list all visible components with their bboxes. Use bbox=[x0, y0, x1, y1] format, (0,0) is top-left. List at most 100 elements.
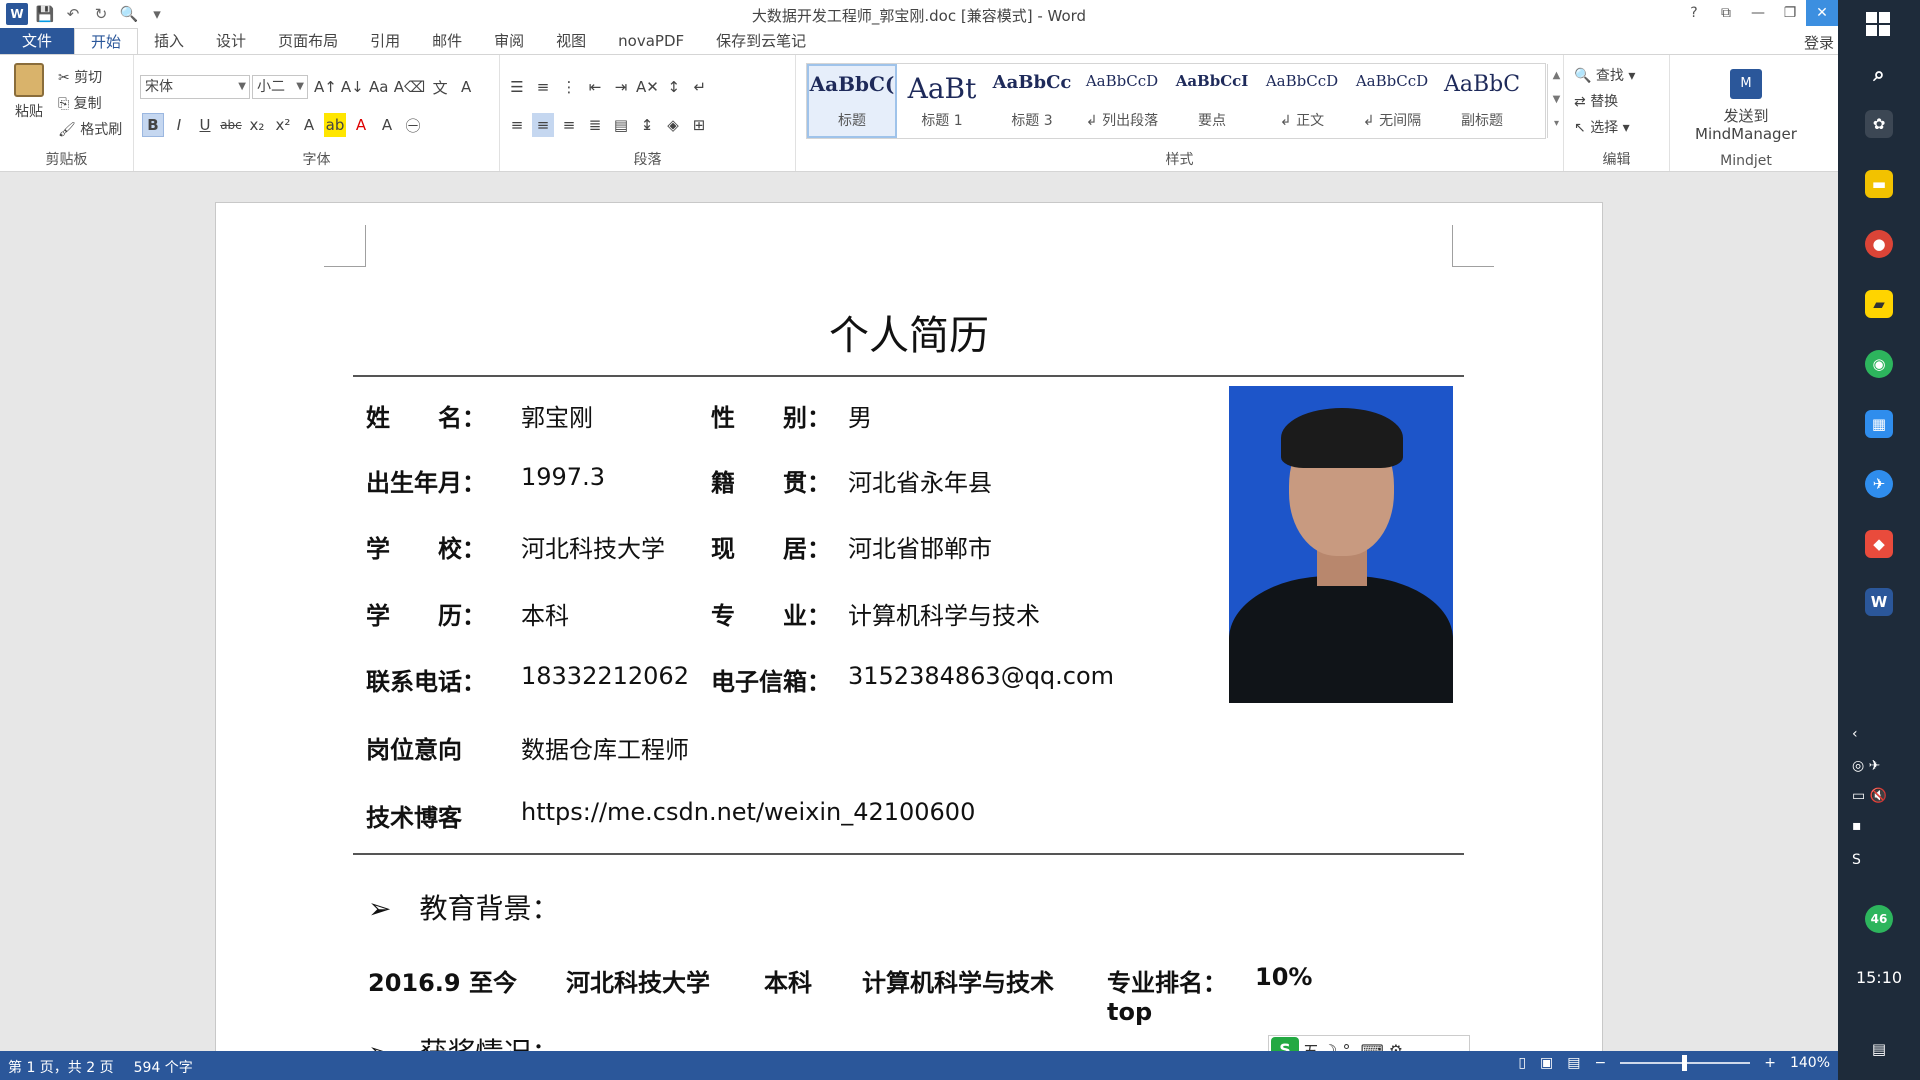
tab-file[interactable]: 文件 bbox=[0, 28, 75, 54]
borders-icon[interactable]: ⊞ bbox=[688, 113, 710, 137]
cut-button[interactable]: ✂ 剪切 bbox=[58, 67, 102, 87]
bold-button[interactable]: B bbox=[142, 113, 164, 137]
decrease-indent-icon[interactable]: ⇤ bbox=[584, 75, 606, 99]
multilevel-list-icon[interactable]: ⋮ bbox=[558, 75, 580, 99]
style-list-paragraph[interactable]: AaBbCcD ↲ 列出段落 bbox=[1077, 64, 1167, 138]
find-button[interactable]: 🔍 查找 ▾ bbox=[1574, 65, 1635, 85]
tab-layout[interactable]: 页面布局 bbox=[262, 28, 354, 54]
subscript-button[interactable]: x₂ bbox=[246, 113, 268, 137]
enclose-char-icon[interactable]: ㊀ bbox=[402, 113, 424, 137]
shading-icon[interactable]: ◈ bbox=[662, 113, 684, 137]
line-spacing-icon[interactable]: ↨ bbox=[636, 113, 658, 137]
send-to-mindmanager-button[interactable]: 发送到 MindManager bbox=[1670, 107, 1822, 143]
tab-mailings[interactable]: 邮件 bbox=[416, 28, 478, 54]
zoom-level[interactable]: 140% bbox=[1790, 1055, 1830, 1071]
tab-view[interactable]: 视图 bbox=[540, 28, 602, 54]
zoom-out-button[interactable]: − bbox=[1595, 1055, 1607, 1071]
font-size-combo[interactable]: 小二 ▼ bbox=[252, 75, 308, 99]
network-tray-icon[interactable]: ▪ bbox=[1852, 818, 1862, 834]
print-layout-icon[interactable]: ▣ bbox=[1540, 1055, 1553, 1071]
change-case-icon[interactable]: Aa bbox=[368, 75, 390, 99]
style-title[interactable]: AaBbC(标题 bbox=[807, 64, 897, 138]
style-key-point[interactable]: AaBbCcI 要点 bbox=[1167, 64, 1257, 138]
login-link[interactable]: 登录 bbox=[1804, 32, 1834, 53]
char-border-icon[interactable]: A bbox=[455, 75, 477, 99]
style-heading1[interactable]: AaBt 标题 1 bbox=[897, 64, 987, 138]
chinese-layout-icon[interactable]: A✕ bbox=[636, 75, 659, 99]
wechat-tray-icon[interactable]: ◎ ✈ bbox=[1852, 758, 1880, 774]
strikethrough-button[interactable]: abc bbox=[220, 113, 242, 137]
sort-icon[interactable]: ↕ bbox=[663, 75, 685, 99]
badge-46[interactable]: 46 bbox=[1865, 905, 1893, 933]
zoom-thumb[interactable] bbox=[1682, 1055, 1688, 1071]
close-button[interactable]: ✕ bbox=[1806, 0, 1838, 26]
windows-start-icon[interactable] bbox=[1866, 12, 1890, 36]
feather-app-icon[interactable]: ✈ bbox=[1865, 470, 1893, 498]
clear-format-icon[interactable]: A⌫ bbox=[394, 75, 425, 99]
text-effects-icon[interactable]: A bbox=[298, 113, 320, 137]
distributed-icon[interactable]: ▤ bbox=[610, 113, 632, 137]
help-icon[interactable]: ? bbox=[1678, 0, 1710, 26]
select-button[interactable]: ↖ 选择 ▾ bbox=[1574, 117, 1630, 137]
justify-icon[interactable]: ≣ bbox=[584, 113, 606, 137]
calendar-app-icon[interactable]: ▦ bbox=[1865, 410, 1893, 438]
battery-volume-icon[interactable]: ▭ 🔇 bbox=[1852, 788, 1887, 804]
sogou-tray-icon[interactable]: S bbox=[1852, 852, 1861, 868]
green-app-icon[interactable]: ◉ bbox=[1865, 350, 1893, 378]
sticky-notes-icon[interactable]: ▰ bbox=[1865, 290, 1893, 318]
tab-design[interactable]: 设计 bbox=[200, 28, 262, 54]
copy-button[interactable]: ⎘ 复制 bbox=[58, 93, 102, 113]
font-color-icon[interactable]: A bbox=[350, 113, 372, 137]
replace-button[interactable]: ⇄ 替换 bbox=[1574, 91, 1618, 111]
grow-font-icon[interactable]: A↑ bbox=[314, 75, 337, 99]
tab-novapdf[interactable]: novaPDF bbox=[602, 28, 700, 54]
tab-home[interactable]: 开始 bbox=[74, 27, 139, 55]
italic-button[interactable]: I bbox=[168, 113, 190, 137]
phonetic-guide-icon[interactable]: 文 bbox=[429, 75, 451, 99]
pinwheel-app-icon[interactable]: ✿ bbox=[1865, 110, 1893, 138]
eraser-app-icon[interactable]: ◆ bbox=[1865, 530, 1893, 558]
tab-save-cloud-note[interactable]: 保存到云笔记 bbox=[700, 28, 822, 54]
show-marks-icon[interactable]: ↵ bbox=[689, 75, 711, 99]
restore-button[interactable]: ❐ bbox=[1774, 0, 1806, 26]
zoom-in-button[interactable]: + bbox=[1764, 1055, 1776, 1071]
tab-review[interactable]: 审阅 bbox=[478, 28, 540, 54]
search-icon[interactable]: ⌕ bbox=[1865, 60, 1893, 88]
document-page[interactable]: 个人简历 姓 名： 郭宝刚 性 别： 男 出生年月： 1997.3 籍 贯： 河… bbox=[215, 202, 1603, 1051]
field-blog-value[interactable]: https://me.csdn.net/weixin_42100600 bbox=[521, 798, 975, 826]
shrink-font-icon[interactable]: A↓ bbox=[341, 75, 364, 99]
styles-scroll[interactable]: ▲ ▼ ▾ bbox=[1547, 64, 1565, 138]
zoom-slider[interactable] bbox=[1620, 1055, 1751, 1071]
minimize-button[interactable]: — bbox=[1742, 0, 1774, 26]
font-name-combo[interactable]: 宋体 ▼ bbox=[140, 75, 250, 99]
format-painter-button[interactable]: 🖌 格式刷 bbox=[58, 119, 122, 139]
style-subtitle[interactable]: AaBbC 副标题 bbox=[1437, 64, 1527, 138]
style-normal[interactable]: AaBbCcD ↲ 正文 bbox=[1257, 64, 1347, 138]
web-layout-icon[interactable]: ▤ bbox=[1567, 1055, 1580, 1071]
align-left-icon[interactable]: ≡ bbox=[506, 113, 528, 137]
highlight-icon[interactable]: ab bbox=[324, 113, 346, 137]
style-no-spacing[interactable]: AaBbCcD ↲ 无间隔 bbox=[1347, 64, 1437, 138]
mindmanager-icon[interactable]: M bbox=[1730, 69, 1762, 99]
tab-insert[interactable]: 插入 bbox=[138, 28, 200, 54]
tab-references[interactable]: 引用 bbox=[354, 28, 416, 54]
style-heading3[interactable]: AaBbCc 标题 3 bbox=[987, 64, 1077, 138]
superscript-button[interactable]: x² bbox=[272, 113, 294, 137]
taskbar-clock[interactable]: 15:10 bbox=[1838, 968, 1920, 987]
notification-icon[interactable]: ▤ bbox=[1865, 1035, 1893, 1063]
read-mode-icon[interactable]: ▯ bbox=[1518, 1055, 1526, 1071]
char-shading-icon[interactable]: A bbox=[376, 113, 398, 137]
word-taskbar-icon[interactable]: W bbox=[1865, 588, 1893, 616]
underline-button[interactable]: U bbox=[194, 113, 216, 137]
align-center-icon[interactable]: ≡ bbox=[532, 113, 554, 137]
page-count[interactable]: 第 1 页，共 2 页 bbox=[8, 1057, 114, 1077]
paste-button[interactable]: 粘贴 bbox=[8, 63, 50, 123]
tray-expand-icon[interactable]: ‹ bbox=[1852, 726, 1858, 742]
chrome-icon[interactable]: ● bbox=[1865, 230, 1893, 258]
word-count[interactable]: 594 个字 bbox=[134, 1057, 193, 1077]
ribbon-display-options-icon[interactable]: ⧉ bbox=[1710, 0, 1742, 26]
file-explorer-icon[interactable]: ▬ bbox=[1865, 170, 1893, 198]
increase-indent-icon[interactable]: ⇥ bbox=[610, 75, 632, 99]
align-right-icon[interactable]: ≡ bbox=[558, 113, 580, 137]
bullets-icon[interactable]: ☰ bbox=[506, 75, 528, 99]
